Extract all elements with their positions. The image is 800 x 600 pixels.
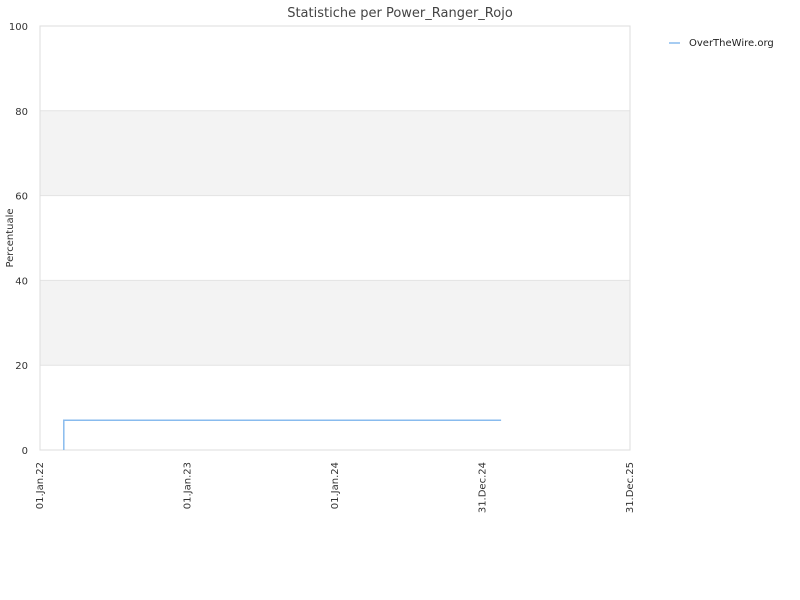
- x-tick-label: 01.Jan.23: [183, 462, 194, 509]
- grid-band: [40, 280, 630, 366]
- grid-band: [40, 195, 630, 281]
- x-axis-ticks: 01.Jan.22 01.Jan.23 01.Jan.24 31.Dec.24 31.D…: [35, 462, 636, 513]
- y-tick-label: 80: [15, 107, 28, 118]
- plot-background: [40, 26, 630, 450]
- y-tick-label: 0: [22, 446, 28, 457]
- x-tick-label: 01.Jan.22: [35, 462, 46, 509]
- chart-title: Statistiche per Power_Ranger_Rojo: [287, 6, 513, 21]
- y-axis-label: Percentuale: [5, 208, 16, 267]
- x-tick-label: 01.Jan.24: [330, 462, 341, 509]
- legend[interactable]: OverTheWire.org: [669, 38, 774, 49]
- grid-band: [40, 365, 630, 450]
- y-tick-label: 40: [15, 276, 28, 287]
- x-tick-label: 31.Dec.25: [625, 462, 636, 513]
- grid-band: [40, 26, 630, 111]
- x-tick-label: 31.Dec.24: [478, 462, 489, 513]
- legend-label[interactable]: OverTheWire.org: [689, 38, 774, 49]
- y-tick-label: 100: [9, 22, 28, 33]
- y-tick-label: 20: [15, 361, 28, 372]
- y-tick-label: 60: [15, 192, 28, 203]
- grid-band: [40, 110, 630, 196]
- chart: Statistiche per Power_Ranger_Rojo Percen…: [5, 6, 774, 513]
